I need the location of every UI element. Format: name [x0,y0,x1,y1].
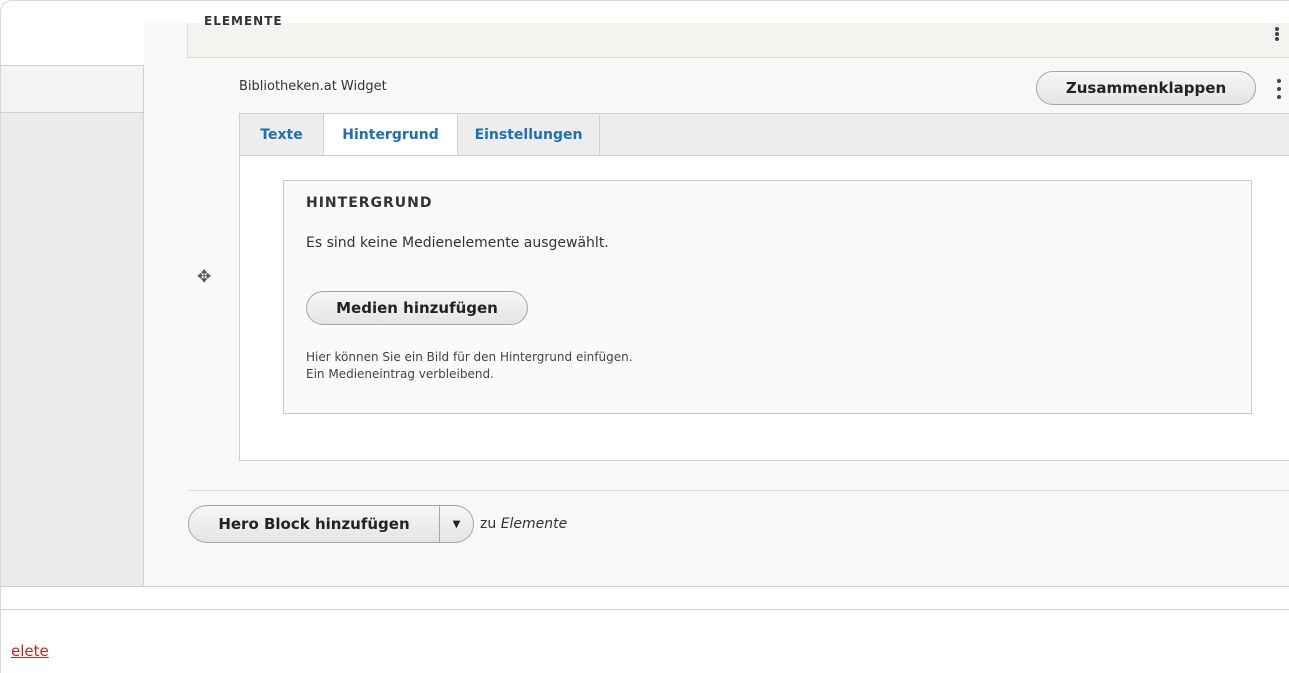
add-block-dropdown-toggle[interactable]: ▼ [440,505,474,543]
tab-einstellungen[interactable]: Einstellungen [458,114,600,156]
divider [187,490,1289,491]
add-hero-block-button[interactable]: Hero Block hinzufügen [188,505,440,543]
left-sidebar [1,65,144,587]
add-block-target-prefix: zu [480,516,497,532]
browser-frame: ELEMENTE Bibliotheken.at Widget Zusammen… [0,0,1289,673]
add-hero-block-group: Hero Block hinzufügen ▼ zu Elemente [188,505,567,543]
elements-more-icon[interactable] [1271,27,1283,41]
tab-bar: Texte Hintergrund Einstellungen [239,113,1289,157]
background-legend: HINTERGRUND [306,195,433,211]
add-media-button[interactable]: Medien hinzufügen [306,291,528,325]
tab-texte[interactable]: Texte [240,114,324,156]
left-sidebar-header [1,65,143,113]
media-remaining-text: Ein Medieneintrag verbleibend. [306,367,494,381]
elements-section-label: ELEMENTE [204,14,283,28]
caret-down-icon: ▼ [452,518,461,530]
empty-media-message: Es sind keine Medienelemente ausgewählt. [306,235,609,251]
background-help-text: Hier können Sie ein Bild für den Hinterg… [306,350,633,364]
add-block-target-name: Elemente [500,516,568,532]
footer-divider-bottom [1,609,1289,610]
drag-handle-icon[interactable]: ✥ [197,267,211,287]
widget-title: Bibliotheken.at Widget [239,79,387,94]
add-block-target-text: zu Elemente [480,516,567,532]
delete-link[interactable]: elete [11,642,49,660]
tab-hintergrund[interactable]: Hintergrund [324,114,458,157]
widget-more-icon[interactable] [1273,79,1285,99]
footer-divider-top [1,586,1289,587]
collapse-button[interactable]: Zusammenklappen [1036,71,1256,105]
elements-section-header: ELEMENTE [187,14,1289,58]
